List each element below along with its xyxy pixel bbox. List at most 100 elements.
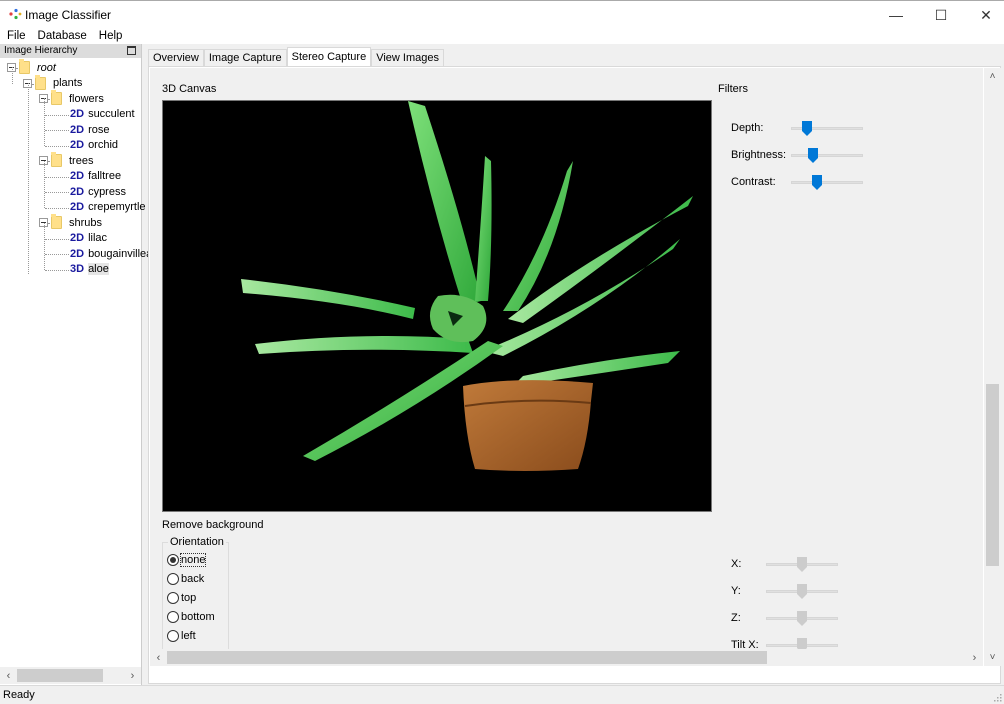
scroll-left-icon[interactable]: ‹ <box>0 670 17 682</box>
slider-handle[interactable] <box>808 148 819 163</box>
stereo-vertical-scrollbar[interactable]: ˄ ˅ <box>984 68 1001 666</box>
filter-contrast-slider[interactable] <box>791 175 863 190</box>
tree-item-succulent[interactable]: 2D succulent <box>70 107 135 122</box>
scroll-right-icon[interactable]: › <box>966 652 983 664</box>
tree-item-label: succulent <box>88 108 135 120</box>
tree-item-shrubs[interactable]: shrubs <box>39 214 103 230</box>
tree-item-label: falltree <box>88 170 122 182</box>
slider-groove <box>791 154 863 157</box>
aloe-plant-image <box>241 101 693 471</box>
orientation-option-left[interactable]: left <box>167 630 196 642</box>
scroll-down-icon[interactable]: ˅ <box>984 649 1001 666</box>
tree-horizontal-scrollbar[interactable]: ‹ › <box>0 667 141 684</box>
minimize-button[interactable]: — <box>873 1 919 29</box>
radio-label: top <box>181 592 197 604</box>
scroll-track[interactable] <box>17 667 124 684</box>
tree-item-lilac[interactable]: 2D lilac <box>70 231 107 246</box>
main-tab-widget: Overview Image Capture Stereo Capture Vi… <box>145 44 1004 685</box>
radio-label: none <box>179 553 207 567</box>
scroll-thumb[interactable] <box>986 384 999 566</box>
status-bar: Ready <box>0 685 1004 704</box>
transform-z-slider[interactable] <box>766 611 838 626</box>
tree-item-trees[interactable]: trees <box>39 152 93 168</box>
menu-file[interactable]: File <box>0 29 32 44</box>
scroll-left-icon[interactable]: ‹ <box>150 652 167 664</box>
folder-icon <box>35 74 46 90</box>
window-title: Image Classifier <box>25 8 112 22</box>
slider-handle[interactable] <box>797 557 807 572</box>
stereo-horizontal-scrollbar[interactable]: ‹ › <box>150 649 983 666</box>
scroll-right-icon[interactable]: › <box>124 670 141 682</box>
tree-item-rose[interactable]: 2D rose <box>70 122 109 137</box>
tree-item-label: bougainvillea <box>88 247 153 260</box>
image-3d-icon: 3D <box>70 263 85 275</box>
tree-item-label: lilac <box>88 232 108 244</box>
orientation-option-bottom[interactable]: bottom <box>167 611 215 623</box>
tab-image-capture[interactable]: Image Capture <box>203 49 287 67</box>
scroll-thumb[interactable] <box>167 651 767 664</box>
tree-item-label: cypress <box>88 185 126 198</box>
size-grip-icon[interactable] <box>994 694 1002 702</box>
radio-button[interactable] <box>167 592 179 604</box>
slider-handle[interactable] <box>797 584 807 599</box>
tree-item-aloe[interactable]: 3D aloe <box>70 262 109 277</box>
tree-item-label: shrubs <box>69 216 103 229</box>
transform-y-row: Y: <box>731 585 741 597</box>
radio-button[interactable] <box>167 573 179 585</box>
slider-handle[interactable] <box>811 175 822 190</box>
transform-x-row: X: <box>731 558 741 570</box>
orientation-option-none[interactable]: none <box>167 553 207 567</box>
filter-contrast-label: Contrast: <box>731 176 776 188</box>
transform-y-slider[interactable] <box>766 584 838 599</box>
stereo-capture-pane: 3D Canvas Filters Depth: Brightness: Con… <box>148 66 1001 684</box>
filter-brightness-label: Brightness: <box>731 149 787 161</box>
slider-handle[interactable] <box>797 611 807 626</box>
tree-item-crepemyrtle[interactable]: 2D crepemyrtle <box>70 200 146 215</box>
tab-view-images[interactable]: View Images <box>371 49 444 67</box>
maximize-button[interactable]: ☐ <box>918 1 964 29</box>
tree-item-cypress[interactable]: 2D cypress <box>70 184 126 199</box>
filter-brightness-slider[interactable] <box>791 148 863 163</box>
remove-background-label[interactable]: Remove background <box>162 519 264 531</box>
tree-item-orchid[interactable]: 2D orchid <box>70 138 118 153</box>
image-2d-icon: 2D <box>70 247 85 260</box>
tab-bar: Overview Image Capture Stereo Capture Vi… <box>148 47 444 67</box>
3d-canvas[interactable] <box>162 100 712 512</box>
radio-button[interactable] <box>167 630 179 642</box>
tab-stereo-capture[interactable]: Stereo Capture <box>286 47 372 67</box>
transform-z-label: Z: <box>731 612 741 624</box>
filter-depth-label: Depth: <box>731 122 764 134</box>
slider-groove <box>791 181 863 184</box>
close-icon: ✕ <box>980 6 992 23</box>
transform-x-slider[interactable] <box>766 557 838 572</box>
scroll-track[interactable] <box>167 649 966 666</box>
tree-item-label: rose <box>88 123 110 136</box>
filter-depth-slider[interactable] <box>791 121 863 136</box>
filter-brightness-row: Brightness: <box>731 149 786 161</box>
menu-database[interactable]: Database <box>32 29 93 44</box>
radio-button[interactable] <box>167 554 179 566</box>
tree-item-plants[interactable]: plants <box>23 74 83 91</box>
tree-item-root[interactable]: root <box>7 59 56 75</box>
dock-float-icon[interactable] <box>127 46 136 55</box>
tree-item-label: plants <box>53 77 83 89</box>
slider-handle[interactable] <box>801 121 812 136</box>
close-button[interactable]: ✕ <box>963 1 1004 29</box>
folder-icon <box>51 90 62 105</box>
status-text: Ready <box>3 689 35 701</box>
tree-item-bougainvillea[interactable]: 2D bougainvillea <box>70 246 152 261</box>
scroll-up-icon[interactable]: ˄ <box>984 68 1001 85</box>
scroll-thumb[interactable] <box>17 669 103 682</box>
transform-z-row: Z: <box>731 612 741 624</box>
orientation-option-top[interactable]: top <box>167 592 196 604</box>
orientation-option-back[interactable]: back <box>167 573 204 585</box>
tab-overview[interactable]: Overview <box>148 49 204 67</box>
radio-button[interactable] <box>167 611 179 623</box>
tree-item-flowers[interactable]: flowers <box>39 90 104 106</box>
filter-contrast-row: Contrast: <box>731 176 776 188</box>
stereo-scroll-area: 3D Canvas Filters Depth: Brightness: Con… <box>150 68 983 666</box>
tree-item-falltree[interactable]: 2D falltree <box>70 169 121 184</box>
menu-help[interactable]: Help <box>93 29 129 44</box>
orientation-title: Orientation <box>168 536 226 548</box>
menu-bar: File Database Help <box>0 28 1004 44</box>
